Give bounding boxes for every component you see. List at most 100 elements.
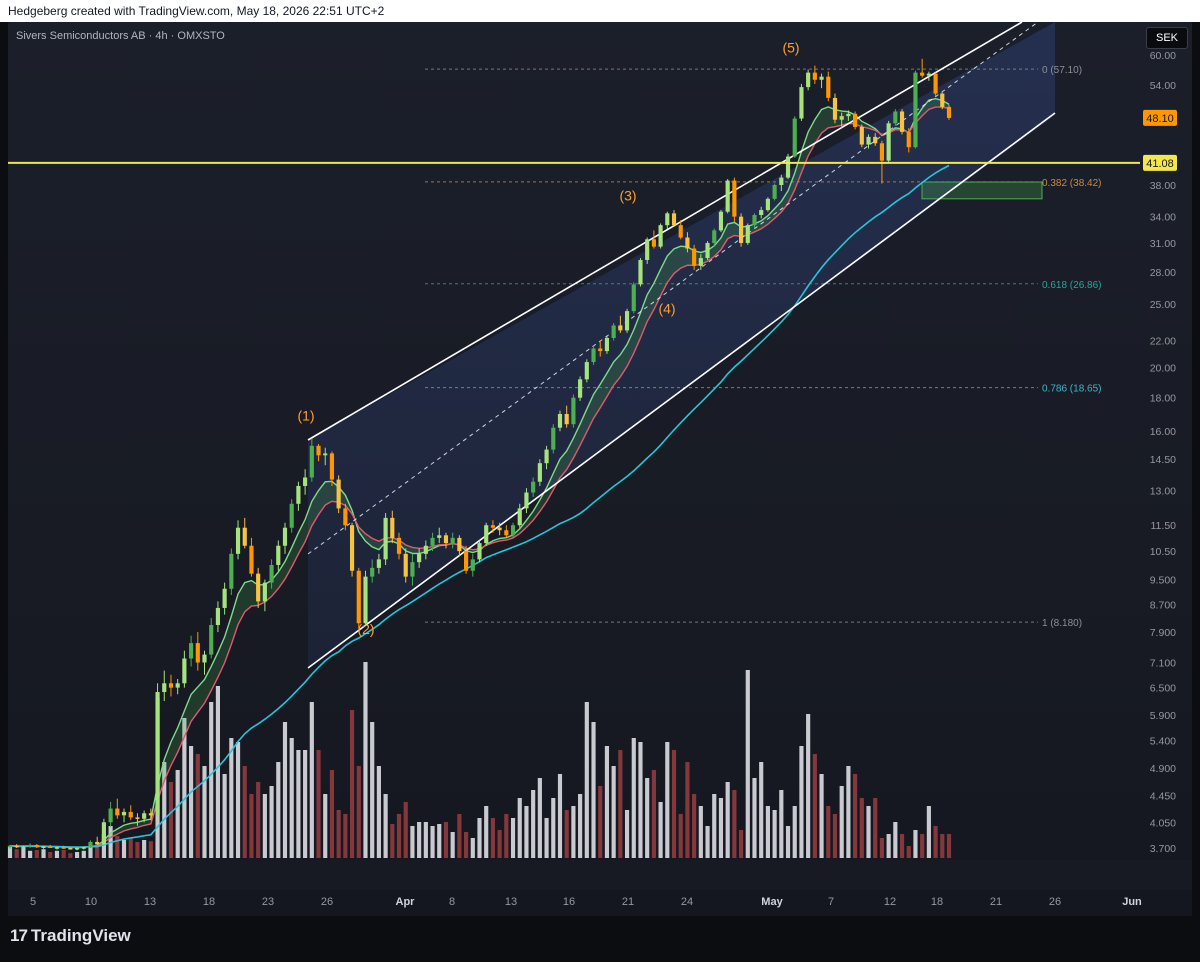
candle-body — [249, 545, 254, 574]
logo-mark: 17 — [10, 926, 28, 945]
volume-bar — [289, 738, 294, 858]
candle-body — [403, 553, 408, 577]
candle-body — [74, 848, 80, 850]
candle-body — [61, 847, 66, 849]
candle-body — [162, 683, 167, 693]
x-tick-label: May — [761, 896, 783, 908]
volume-bar — [329, 770, 335, 858]
volume-bar — [28, 850, 33, 858]
candle-body — [175, 683, 180, 688]
candle-body — [14, 845, 19, 848]
x-tick-label: Apr — [396, 896, 416, 908]
price-chart[interactable]: 0 (57.10) 0.382 (38.42) 0.618 (26.86) 0.786… — [0, 0, 1200, 962]
volume-bar — [712, 794, 717, 858]
volume-bar — [557, 774, 563, 858]
candle-body — [256, 573, 261, 602]
volume-bar — [718, 798, 724, 858]
volume-bar — [738, 830, 744, 858]
candle-body — [692, 248, 697, 266]
candle-body — [142, 813, 147, 819]
candle-body — [54, 847, 60, 849]
volume-bar — [698, 806, 703, 858]
candle-body — [262, 582, 267, 602]
x-axis-band — [8, 860, 1192, 890]
candle-body — [7, 845, 13, 848]
support-zone-box — [921, 181, 1043, 200]
candle-body — [229, 553, 234, 589]
volume-bar — [940, 834, 945, 858]
volume-bar — [128, 838, 133, 858]
volume-bar — [571, 806, 576, 858]
candle-body — [209, 624, 214, 655]
candle-body — [34, 844, 39, 848]
volume-bar — [135, 842, 140, 858]
volume-bar — [457, 814, 462, 858]
y-tick-label: 22.00 — [1150, 336, 1176, 348]
x-tick-label: 7 — [828, 896, 834, 908]
volume-bar — [81, 850, 86, 858]
fib-level-label: 0.786 (18.65) — [1042, 384, 1102, 395]
volume-bar — [490, 818, 495, 858]
x-tick-label: 10 — [85, 896, 97, 908]
candle-body — [316, 445, 321, 456]
candle-body — [235, 527, 241, 554]
candle-body — [866, 136, 871, 145]
volume-bar — [403, 802, 408, 858]
y-tick-label: 8.700 — [1150, 600, 1176, 612]
candle-body — [557, 413, 563, 428]
candle-body — [363, 576, 368, 624]
volume-bar — [705, 826, 710, 858]
candle-body — [517, 508, 522, 526]
candle-body — [510, 525, 516, 536]
candle-body — [611, 325, 616, 339]
volume-bar — [370, 722, 375, 858]
candle-body — [41, 846, 46, 848]
candle-body — [437, 535, 442, 538]
candle-body — [792, 118, 797, 157]
volume-bar — [168, 782, 174, 858]
candle-body — [886, 123, 891, 161]
candle-body — [376, 559, 381, 568]
candle-body — [410, 562, 415, 577]
y-tick-label: 5.900 — [1150, 710, 1176, 722]
candle-body — [544, 449, 549, 464]
x-tick-label: 21 — [990, 896, 1002, 908]
volume-bar — [853, 774, 858, 858]
y-tick-label: 4.450 — [1150, 790, 1176, 802]
candle-body — [68, 848, 73, 850]
volume-bar — [624, 810, 630, 858]
volume-bar — [121, 840, 127, 858]
candle-body — [101, 822, 106, 845]
volume-bar — [336, 810, 341, 858]
candle-body — [658, 225, 663, 247]
volume-bar — [564, 810, 569, 858]
candle-body — [128, 811, 133, 818]
volume-bar — [665, 742, 670, 858]
candle-body — [269, 564, 274, 583]
volume-bar — [249, 794, 254, 858]
x-tick-label: 23 — [262, 896, 274, 908]
candle-body — [396, 537, 402, 554]
volume-bar — [551, 798, 556, 858]
candle-body — [464, 551, 469, 571]
volume-bar — [725, 782, 730, 858]
candle-body — [678, 225, 683, 238]
volume-bar — [826, 806, 831, 858]
volume-bar — [349, 710, 355, 858]
volume-bar — [792, 806, 797, 858]
volume-bar — [269, 786, 274, 858]
volume-bar — [417, 822, 422, 858]
candle-body — [920, 72, 925, 76]
tradingview-logo[interactable]: 17 TradingView — [10, 926, 131, 946]
volume-bar — [262, 794, 267, 858]
volume-bar — [537, 778, 542, 858]
volume-bar — [926, 806, 931, 858]
volume-bar — [383, 794, 388, 858]
volume-bar — [242, 766, 247, 858]
x-tick-label: 12 — [884, 896, 896, 908]
volume-bar — [544, 818, 549, 858]
candle-body — [591, 348, 596, 363]
candle-body — [95, 841, 100, 845]
volume-bar — [390, 824, 395, 858]
volume-bar — [611, 766, 616, 858]
